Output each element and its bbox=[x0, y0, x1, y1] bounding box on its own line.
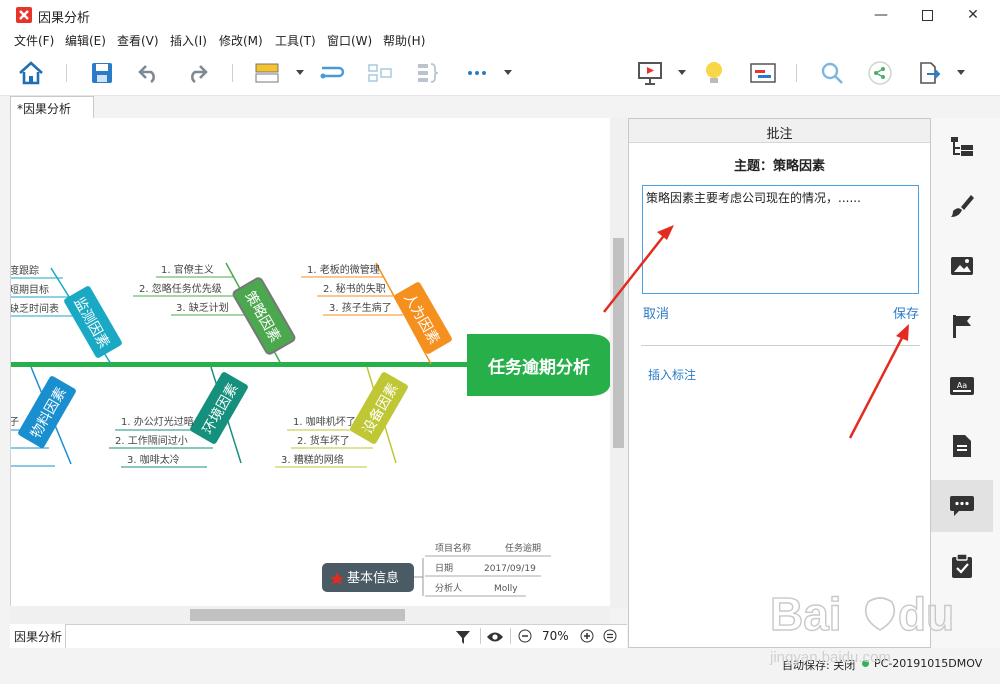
marker-button[interactable] bbox=[931, 300, 993, 352]
text-format-icon: Aa bbox=[950, 377, 974, 395]
arrow-to-note bbox=[603, 232, 667, 313]
arrow-to-save bbox=[848, 333, 906, 439]
image-button[interactable] bbox=[931, 240, 993, 292]
outline-button[interactable] bbox=[931, 120, 993, 172]
right-sidebar: Aa bbox=[931, 118, 1000, 648]
flag-marker-icon bbox=[953, 315, 971, 338]
svg-text:Bai: Bai bbox=[770, 588, 842, 640]
notes-icon bbox=[953, 435, 971, 457]
svg-text:du: du bbox=[898, 588, 954, 640]
comment-icon bbox=[950, 496, 974, 516]
svg-text:jingyan.baidu.com: jingyan.baidu.com bbox=[769, 649, 891, 666]
notes-button[interactable] bbox=[931, 420, 993, 472]
comment-button[interactable] bbox=[931, 480, 993, 532]
outline-icon bbox=[951, 137, 973, 156]
image-icon bbox=[951, 257, 973, 275]
style-brush-icon bbox=[951, 195, 974, 217]
baidu-watermark-logo: Bai du jingyan.baidu.com bbox=[769, 587, 955, 666]
format-button[interactable] bbox=[931, 180, 993, 232]
label-button[interactable]: Aa bbox=[931, 360, 993, 412]
svg-text:Aa: Aa bbox=[957, 381, 967, 390]
